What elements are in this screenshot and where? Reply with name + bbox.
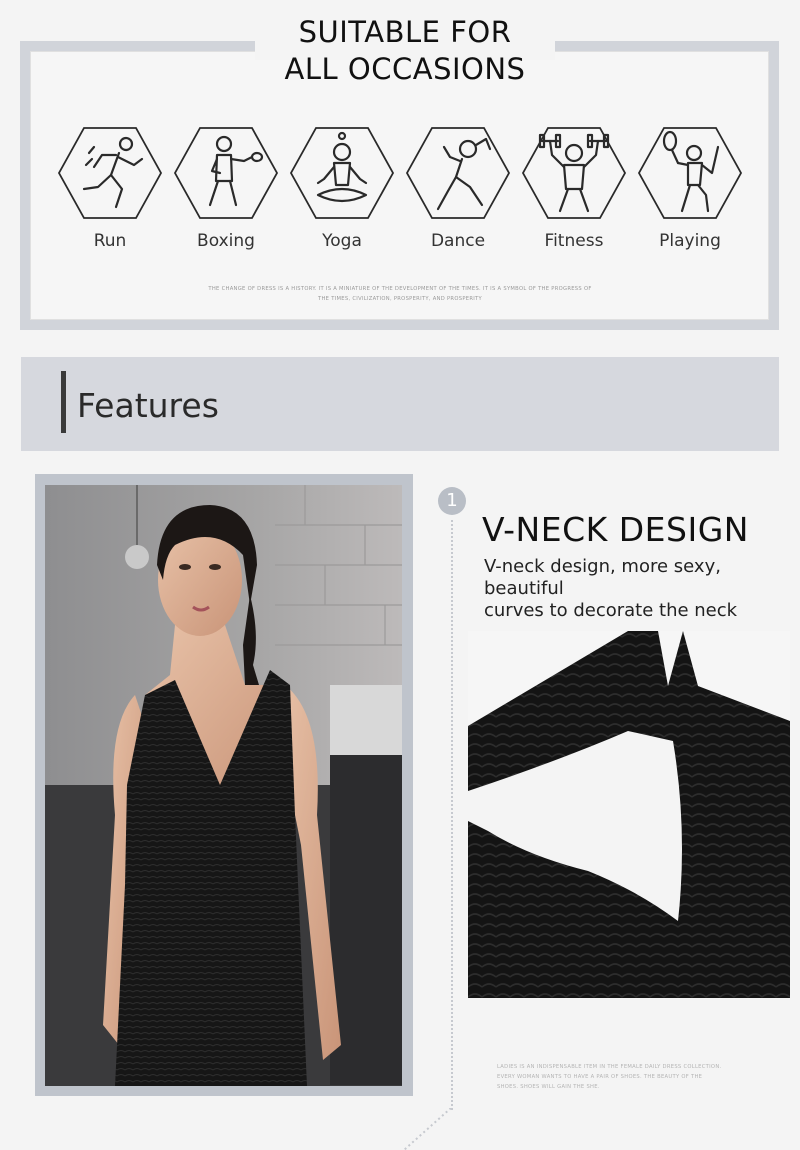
timeline-dotted-line <box>451 520 453 1110</box>
occasions-list: Run Boxing Yoga Dance Fitness Playing <box>55 125 745 255</box>
boxing-icon <box>173 127 279 219</box>
fitness-icon <box>521 127 627 219</box>
badminton-icon <box>637 127 743 219</box>
fine-print-line: THE CHANGE OF DRESS IS A HISTORY. IT IS … <box>208 286 592 292</box>
occasion-label: Fitness <box>544 231 604 251</box>
fine-print-line: SHOES. SHOES WILL GAIN THE SHE. <box>497 1084 600 1090</box>
occasions-title: SUITABLE FOR ALL OCCASIONS <box>255 14 555 88</box>
dance-icon <box>405 127 511 219</box>
feature-fine-print: LADIES IS AN INDISPENSABLE ITEM IN THE F… <box>497 1062 737 1092</box>
occasions-title-line2: ALL OCCASIONS <box>284 52 526 86</box>
occasion-fitness: Fitness <box>519 125 629 255</box>
feature-description-line: V-neck design, more sexy, beautiful <box>484 556 721 599</box>
occasion-dance: Dance <box>403 125 513 255</box>
occasion-label: Run <box>93 231 127 251</box>
fine-print-line: LADIES IS AN INDISPENSABLE ITEM IN THE F… <box>497 1064 722 1070</box>
occasion-label: Yoga <box>322 231 362 251</box>
occasion-playing: Playing <box>635 125 745 255</box>
occasion-label: Dance <box>430 231 486 251</box>
feature-description: V-neck design, more sexy, beautiful curv… <box>484 556 794 622</box>
fine-print-line: EVERY WOMAN WANTS TO HAVE A PAIR OF SHOE… <box>497 1074 703 1080</box>
occasion-yoga: Yoga <box>287 125 397 255</box>
features-accent-bar <box>61 371 66 433</box>
yoga-icon <box>289 127 395 219</box>
model-photo <box>45 485 402 1086</box>
occasions-fine-print: THE CHANGE OF DRESS IS A HISTORY. IT IS … <box>180 284 620 304</box>
feature-title: V-NECK DESIGN <box>482 510 749 549</box>
occasion-boxing: Boxing <box>171 125 281 255</box>
fine-print-line: THE TIMES, CIVILIZATION, PROSPERITY, AND… <box>318 296 482 302</box>
timeline-dotted-diagonal <box>404 1108 452 1150</box>
occasion-label: Boxing <box>197 231 255 251</box>
neckline-detail-photo <box>468 631 790 998</box>
occasion-run: Run <box>55 125 165 255</box>
occasions-title-line1: SUITABLE FOR <box>298 15 512 49</box>
features-heading: Features <box>77 386 219 425</box>
occasion-label: Playing <box>659 231 721 251</box>
feature-number-badge: 1 <box>438 487 466 515</box>
neckline-detail-illustration <box>468 631 790 998</box>
running-icon <box>57 127 163 219</box>
feature-description-line: curves to decorate the neck <box>484 600 738 621</box>
model-photo-illustration <box>45 485 402 1086</box>
